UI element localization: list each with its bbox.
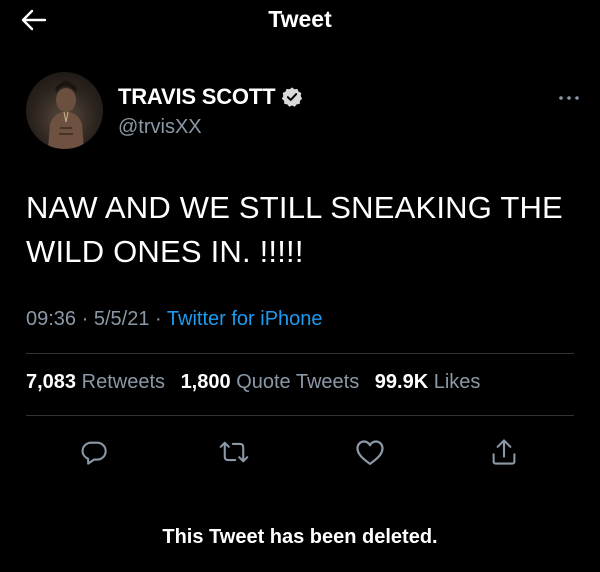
tweet-text: NAW AND WE STILL SNEAKING THE WILD ONES … [26, 186, 576, 274]
meta-separator: · [81, 308, 89, 330]
top-bar: Tweet [0, 0, 600, 40]
tweet-metadata: 09:36 · 5/5/21 · Twitter for iPhone [26, 308, 323, 331]
reply-icon [81, 441, 107, 465]
quote-tweets-label: Quote Tweets [236, 371, 360, 393]
quote-tweets-stat[interactable]: 1,800 Quote Tweets [181, 371, 360, 393]
tweet-text-line: NAW AND WE STILL SNEAKING THE [26, 190, 563, 225]
likes-stat[interactable]: 99.9K Likes [375, 371, 481, 393]
more-options-button[interactable] [554, 90, 584, 106]
retweets-stat[interactable]: 7,083 Retweets [26, 371, 165, 393]
share-button[interactable] [482, 430, 526, 474]
tweet-text-line: WILD ONES IN. !!!!! [26, 234, 304, 269]
tweet-date[interactable]: 5/5/21 [94, 308, 150, 330]
reply-button[interactable] [72, 430, 116, 474]
avatar[interactable] [26, 72, 103, 149]
likes-label: Likes [433, 371, 481, 393]
retweets-label: Retweets [81, 371, 165, 393]
tweet-author: TRAVIS SCOTT @trvisXX [26, 72, 586, 152]
author-handle[interactable]: @trvisXX [118, 116, 202, 139]
divider [26, 353, 574, 354]
like-button[interactable] [348, 430, 392, 474]
verified-badge-icon [282, 87, 303, 107]
more-dots-icon [559, 96, 579, 100]
divider [26, 415, 574, 416]
avatar-image [48, 81, 84, 149]
retweets-count: 7,083 [26, 371, 77, 393]
tweet-actions-bar [0, 430, 600, 474]
retweet-button[interactable] [212, 430, 256, 474]
tweet-source-link[interactable]: Twitter for iPhone [167, 308, 323, 330]
share-icon [492, 439, 516, 465]
meta-separator: · [155, 308, 162, 330]
retweet-icon [219, 441, 249, 463]
likes-count: 99.9K [374, 371, 429, 393]
quote-tweets-count: 1,800 [180, 371, 231, 393]
deleted-notice: This Tweet has been deleted. [162, 526, 438, 548]
author-name[interactable]: TRAVIS SCOTT [118, 84, 276, 110]
tweet-stats: 7,083 Retweets 1,800 Quote Tweets 99.9K … [26, 371, 490, 394]
page-title: Tweet [268, 6, 332, 32]
like-icon [356, 440, 384, 465]
tweet-time[interactable]: 09:36 [26, 308, 76, 330]
author-name-row: TRAVIS SCOTT [118, 84, 303, 110]
